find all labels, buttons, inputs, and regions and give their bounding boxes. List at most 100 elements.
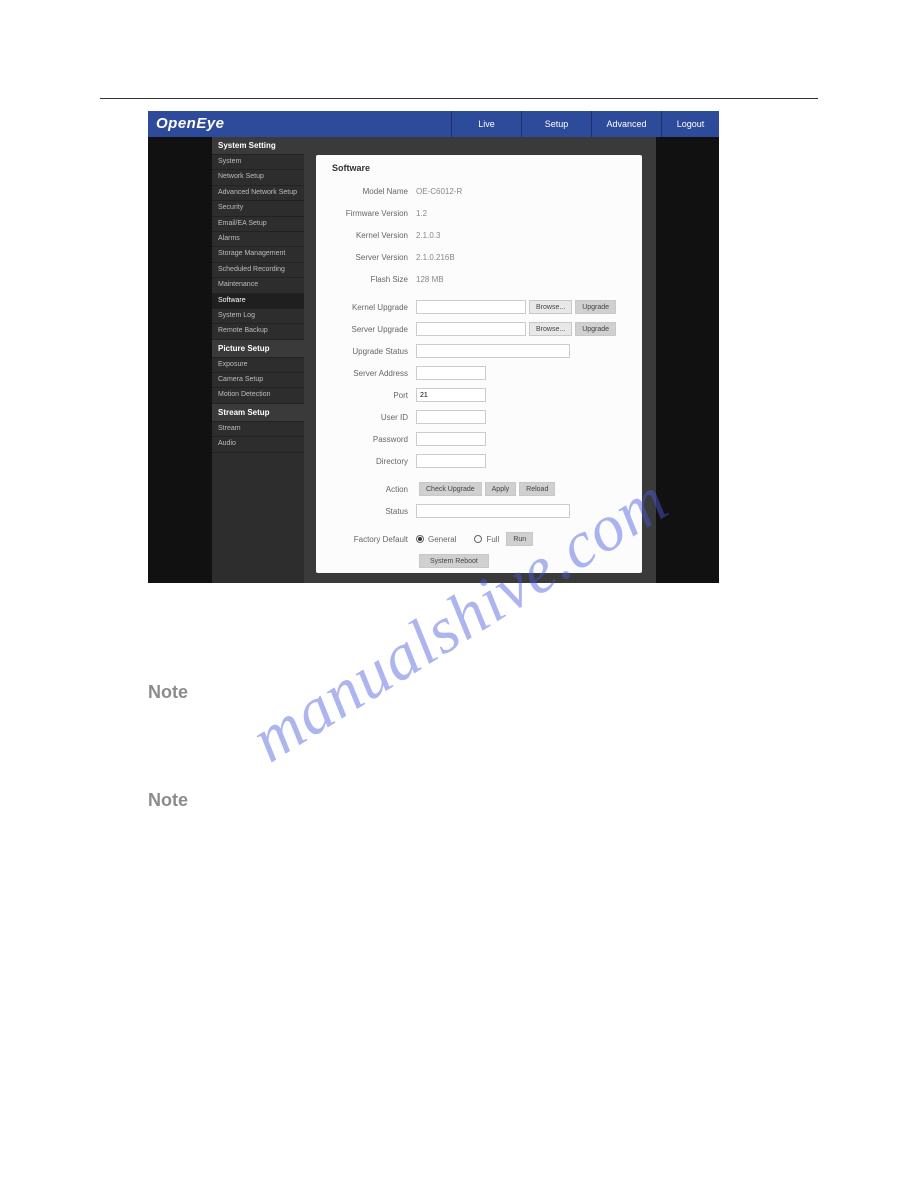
value-model: OE-C6012-R — [416, 187, 462, 196]
content-area: Software Model Name OE-C6012-R Firmware … — [304, 137, 656, 583]
label-status: Status — [326, 507, 416, 516]
sidebar-item-advnetwork[interactable]: Advanced Network Setup — [212, 186, 304, 201]
label-supgrade: Server Upgrade — [326, 325, 416, 334]
body-area: System Setting System Network Setup Adva… — [148, 137, 719, 583]
label-server: Server Version — [326, 253, 416, 262]
brand-logo: OpenEye — [148, 111, 451, 137]
value-firmware: 1.2 — [416, 209, 427, 218]
nav-live[interactable]: Live — [451, 111, 521, 137]
input-port[interactable] — [416, 388, 486, 402]
note-label-1: Note — [148, 682, 188, 702]
row-model: Model Name OE-C6012-R — [326, 183, 632, 199]
row-flash: Flash Size 128 MB — [326, 271, 632, 287]
sidebar-item-maintenance[interactable]: Maintenance — [212, 278, 304, 293]
row-password: Password — [326, 431, 632, 447]
sidebar-header-system: System Setting — [212, 137, 304, 155]
top-nav: Live Setup Advanced Logout — [451, 111, 719, 137]
label-password: Password — [326, 435, 416, 444]
row-status: Status — [326, 503, 632, 519]
reload-button[interactable]: Reload — [519, 482, 555, 496]
sidebar-item-system[interactable]: System — [212, 155, 304, 170]
radio-full-label: Full — [486, 535, 499, 544]
row-action: Action Check Upgrade Apply Reload — [326, 481, 632, 497]
nav-setup[interactable]: Setup — [521, 111, 591, 137]
sidebar-header-picture: Picture Setup — [212, 340, 304, 358]
input-server-address[interactable] — [416, 366, 486, 380]
nav-advanced[interactable]: Advanced — [591, 111, 661, 137]
row-kernel-upgrade: Kernel Upgrade Browse... Upgrade — [326, 299, 632, 315]
sidebar-item-camerasetup[interactable]: Camera Setup — [212, 373, 304, 388]
label-action: Action — [326, 485, 416, 494]
browse-kernel-button[interactable]: Browse... — [529, 300, 572, 314]
screenshot-container: OpenEye Live Setup Advanced Logout Syste… — [148, 111, 719, 583]
right-pad — [656, 137, 719, 583]
note-label-2: Note — [148, 790, 188, 810]
note-2: Note — [148, 790, 188, 811]
label-flash: Flash Size — [326, 275, 416, 284]
label-kernel: Kernel Version — [326, 231, 416, 240]
sidebar-item-recording[interactable]: Scheduled Recording — [212, 263, 304, 278]
label-kupgrade: Kernel Upgrade — [326, 303, 416, 312]
row-factory-default: Factory Default General Full Run — [326, 531, 632, 547]
sidebar-item-audio[interactable]: Audio — [212, 437, 304, 452]
software-panel: Software Model Name OE-C6012-R Firmware … — [316, 155, 642, 573]
row-port: Port — [326, 387, 632, 403]
sidebar-header-stream: Stream Setup — [212, 404, 304, 422]
note-1: Note — [148, 682, 188, 703]
radio-full[interactable] — [474, 535, 482, 543]
row-reboot: System Reboot — [326, 553, 632, 569]
sidebar-item-stream[interactable]: Stream — [212, 422, 304, 437]
sidebar-item-security[interactable]: Security — [212, 201, 304, 216]
sidebar-item-network[interactable]: Network Setup — [212, 170, 304, 185]
browse-server-button[interactable]: Browse... — [529, 322, 572, 336]
sidebar-item-syslog[interactable]: System Log — [212, 309, 304, 324]
row-directory: Directory — [326, 453, 632, 469]
sidebar-item-backup[interactable]: Remote Backup — [212, 324, 304, 339]
input-password[interactable] — [416, 432, 486, 446]
sidebar-item-motion[interactable]: Motion Detection — [212, 388, 304, 403]
input-kernel-file[interactable] — [416, 300, 526, 314]
label-userid: User ID — [326, 413, 416, 422]
radio-general[interactable] — [416, 535, 424, 543]
input-status — [416, 504, 570, 518]
sidebar: System Setting System Network Setup Adva… — [212, 137, 304, 583]
upgrade-kernel-button[interactable]: Upgrade — [575, 300, 616, 314]
row-server-address: Server Address — [326, 365, 632, 381]
sidebar-item-software[interactable]: Software — [212, 294, 304, 309]
run-button[interactable]: Run — [506, 532, 533, 546]
label-factory-default: Factory Default — [326, 535, 416, 544]
page-rule — [100, 98, 818, 99]
row-kernel: Kernel Version 2.1.0.3 — [326, 227, 632, 243]
label-firmware: Firmware Version — [326, 209, 416, 218]
input-upgrade-status — [416, 344, 570, 358]
row-userid: User ID — [326, 409, 632, 425]
label-port: Port — [326, 391, 416, 400]
value-server: 2.1.0.216B — [416, 253, 455, 262]
sidebar-item-alarms[interactable]: Alarms — [212, 232, 304, 247]
left-pad — [148, 137, 212, 583]
input-server-file[interactable] — [416, 322, 526, 336]
apply-button[interactable]: Apply — [485, 482, 517, 496]
system-reboot-button[interactable]: System Reboot — [419, 554, 489, 568]
input-userid[interactable] — [416, 410, 486, 424]
label-saddr: Server Address — [326, 369, 416, 378]
panel-title: Software — [332, 163, 632, 173]
check-upgrade-button[interactable]: Check Upgrade — [419, 482, 482, 496]
value-kernel: 2.1.0.3 — [416, 231, 440, 240]
sidebar-item-email[interactable]: Email/EA Setup — [212, 217, 304, 232]
sidebar-item-storage[interactable]: Storage Management — [212, 247, 304, 262]
top-bar: OpenEye Live Setup Advanced Logout — [148, 111, 719, 137]
row-firmware: Firmware Version 1.2 — [326, 205, 632, 221]
row-server: Server Version 2.1.0.216B — [326, 249, 632, 265]
row-server-upgrade: Server Upgrade Browse... Upgrade — [326, 321, 632, 337]
nav-logout[interactable]: Logout — [661, 111, 719, 137]
label-directory: Directory — [326, 457, 416, 466]
radio-general-label: General — [428, 535, 456, 544]
label-model: Model Name — [326, 187, 416, 196]
upgrade-server-button[interactable]: Upgrade — [575, 322, 616, 336]
row-upgrade-status: Upgrade Status — [326, 343, 632, 359]
label-ustatus: Upgrade Status — [326, 347, 416, 356]
sidebar-item-exposure[interactable]: Exposure — [212, 358, 304, 373]
value-flash: 128 MB — [416, 275, 444, 284]
input-directory[interactable] — [416, 454, 486, 468]
